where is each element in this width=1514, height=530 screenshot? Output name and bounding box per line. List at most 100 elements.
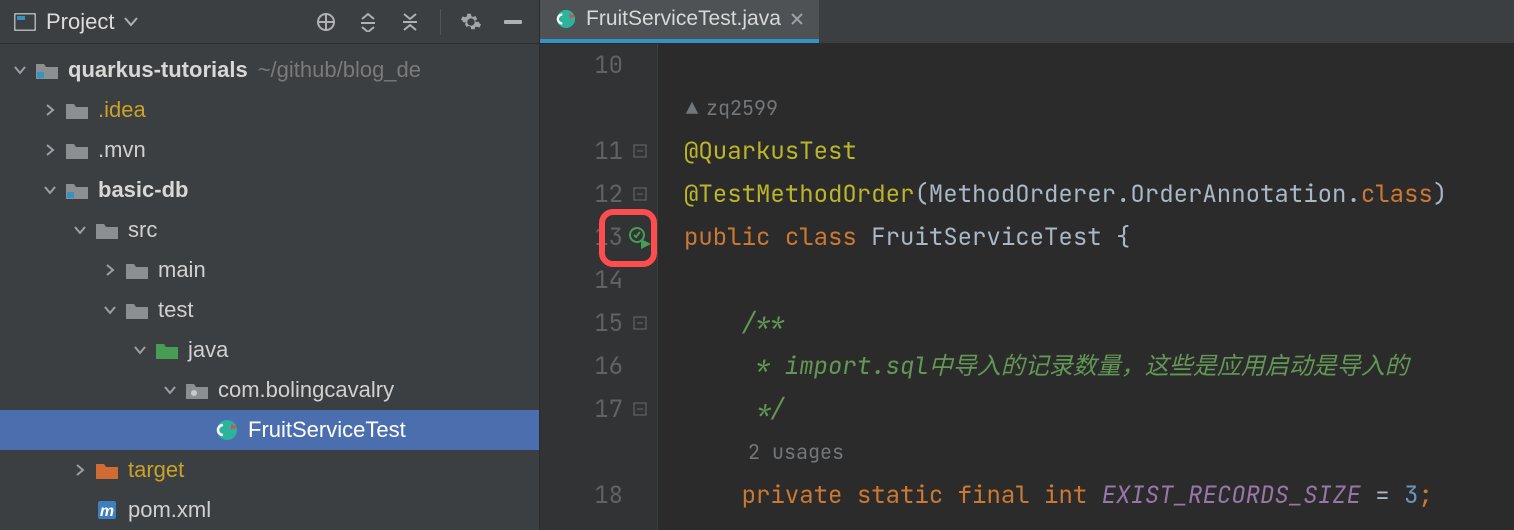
excluded-folder-icon xyxy=(94,461,120,479)
tree-node-path: ~/github/blog_de xyxy=(258,57,421,83)
chevron-down-icon[interactable] xyxy=(160,380,180,400)
editor-gutter: 10 11 12 13 14 15 16 xyxy=(540,44,658,530)
code-editor[interactable]: 10 11 12 13 14 15 16 xyxy=(540,44,1514,530)
tree-root[interactable]: quarkus-tutorials ~/github/blog_de xyxy=(0,50,539,90)
select-opened-file-button[interactable] xyxy=(310,6,342,38)
tree-node-package[interactable]: com.bolingcavalry xyxy=(0,370,539,410)
run-test-gutter-icon[interactable] xyxy=(629,227,651,249)
author-inlay[interactable]: ▲ zq2599 xyxy=(684,87,1514,130)
gutter-line[interactable]: 18 xyxy=(540,474,623,517)
tree-node-label: basic-db xyxy=(98,177,188,203)
collapse-all-button[interactable] xyxy=(394,6,426,38)
line-number: 12 xyxy=(594,179,623,210)
editor-tab-label: FruitServiceTest.java xyxy=(586,7,781,31)
editor-area: FruitServiceTest.java 10 11 12 13 xyxy=(540,0,1514,530)
folder-icon xyxy=(64,141,90,159)
fold-toggle-icon[interactable] xyxy=(633,316,649,332)
gutter-author-spacer xyxy=(540,87,623,130)
svg-text:m: m xyxy=(100,503,114,520)
folder-icon xyxy=(124,261,150,279)
project-panel-header: Project xyxy=(0,0,539,44)
separator xyxy=(440,9,441,35)
code-line: public class FruitServiceTest { xyxy=(684,216,1514,259)
gutter-line[interactable]: 14 xyxy=(540,259,623,302)
chevron-down-icon[interactable] xyxy=(40,180,60,200)
fold-toggle-icon[interactable] xyxy=(633,187,649,203)
gutter-line[interactable]: 13 xyxy=(540,216,623,259)
folder-icon xyxy=(124,301,150,319)
chevron-right-icon[interactable] xyxy=(100,260,120,280)
close-tab-button[interactable] xyxy=(791,13,803,25)
chevron-right-icon[interactable] xyxy=(40,100,60,120)
tree-node-label: .idea xyxy=(98,97,146,123)
maven-file-icon: m xyxy=(94,499,120,521)
tree-node-target[interactable]: target xyxy=(0,450,539,490)
chevron-down-icon[interactable] xyxy=(100,300,120,320)
tree-node-label: target xyxy=(128,457,184,483)
expand-all-button[interactable] xyxy=(352,6,384,38)
gutter-line[interactable]: 16 xyxy=(540,345,623,388)
editor-tab-active[interactable]: FruitServiceTest.java xyxy=(540,0,819,43)
author-name: zq2599 xyxy=(706,95,778,121)
gutter-usages-spacer xyxy=(540,431,623,474)
tree-node-class-selected[interactable]: FruitServiceTest xyxy=(0,410,539,450)
chevron-right-icon[interactable] xyxy=(40,140,60,160)
tree-node-java[interactable]: java xyxy=(0,330,539,370)
editor-tab-bar: FruitServiceTest.java xyxy=(540,0,1514,44)
project-window-icon xyxy=(14,13,36,31)
project-tree: quarkus-tutorials ~/github/blog_de .idea… xyxy=(0,44,539,530)
line-number: 10 xyxy=(594,50,623,81)
settings-button[interactable] xyxy=(455,6,487,38)
package-icon xyxy=(184,381,210,399)
test-source-folder-icon xyxy=(154,341,180,359)
chevron-down-icon[interactable] xyxy=(70,220,90,240)
gutter-line[interactable]: 17 xyxy=(540,388,623,431)
tree-node-idea[interactable]: .idea xyxy=(0,90,539,130)
fold-toggle-icon[interactable] xyxy=(633,144,649,160)
user-icon: ▲ xyxy=(686,95,698,121)
tree-node-basic-db[interactable]: basic-db xyxy=(0,170,539,210)
tree-node-label: pom.xml xyxy=(128,497,211,523)
chevron-down-icon[interactable] xyxy=(10,60,30,80)
tree-node-test[interactable]: test xyxy=(0,290,539,330)
usages-inlay[interactable]: 2 usages xyxy=(684,431,1514,474)
gutter-line[interactable]: 15 xyxy=(540,302,623,345)
tree-node-main[interactable]: main xyxy=(0,250,539,290)
gutter-line[interactable]: 10 xyxy=(540,44,623,87)
project-panel: Project xyxy=(0,0,540,530)
gutter-line[interactable]: 12 xyxy=(540,173,623,216)
code-content[interactable]: ▲zq2599 @QuarkusTest @TestMethodOrder(Me… xyxy=(658,44,1514,530)
chevron-down-icon[interactable] xyxy=(130,340,150,360)
chevron-right-icon[interactable] xyxy=(70,460,90,480)
line-number: 11 xyxy=(594,136,623,167)
code-line: * import.sql中导入的记录数量，这些是应用启动是导入的 xyxy=(684,345,1514,388)
tree-node-label: FruitServiceTest xyxy=(248,417,406,443)
code-line: private static final int EXIST_RECORDS_S… xyxy=(684,474,1514,517)
tree-node-label: quarkus-tutorials xyxy=(68,57,248,83)
folder-icon xyxy=(64,101,90,119)
tree-node-label: com.bolingcavalry xyxy=(218,377,394,403)
tree-node-pom[interactable]: m pom.xml xyxy=(0,490,539,530)
module-folder-icon xyxy=(64,181,90,199)
code-line: /** xyxy=(684,302,1514,345)
fold-toggle-icon[interactable] xyxy=(633,402,649,418)
hide-panel-button[interactable] xyxy=(497,6,529,38)
tree-node-src[interactable]: src xyxy=(0,210,539,250)
tree-node-label: .mvn xyxy=(98,137,146,163)
project-panel-title: Project xyxy=(46,9,114,35)
module-folder-icon xyxy=(34,61,60,79)
tree-node-label: main xyxy=(158,257,206,283)
test-class-icon xyxy=(556,9,576,29)
code-line: */ xyxy=(684,388,1514,431)
test-class-icon xyxy=(214,419,240,441)
chevron-down-icon xyxy=(124,17,138,27)
project-view-selector[interactable]: Project xyxy=(14,9,138,35)
usages-text: 2 usages xyxy=(748,439,844,465)
folder-icon xyxy=(94,221,120,239)
code-line: @TestMethodOrder(MethodOrderer.OrderAnno… xyxy=(684,173,1514,216)
gutter-line[interactable]: 11 xyxy=(540,130,623,173)
line-number: 14 xyxy=(594,265,623,296)
tree-node-mvn[interactable]: .mvn xyxy=(0,130,539,170)
tree-node-label: src xyxy=(128,217,157,243)
code-line xyxy=(684,44,1514,87)
